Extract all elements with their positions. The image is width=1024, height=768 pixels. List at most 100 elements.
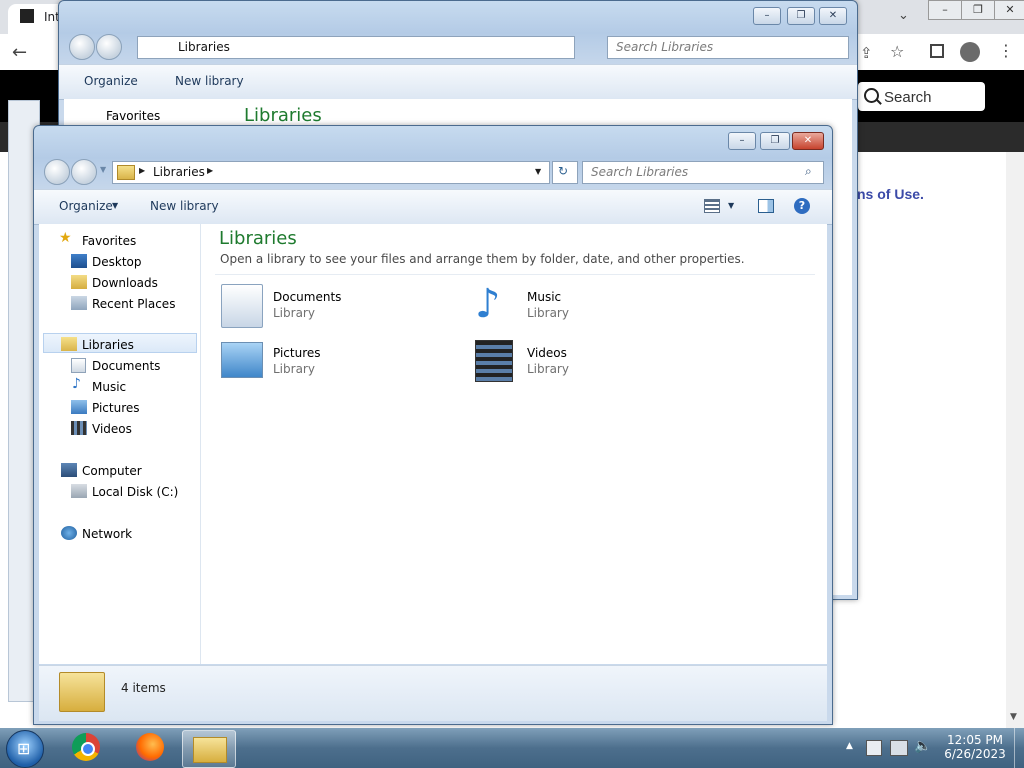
profile-avatar-icon[interactable] <box>960 42 980 62</box>
network-icon <box>61 526 77 540</box>
organize-button[interactable]: Organize <box>59 199 113 213</box>
library-type: Library <box>273 362 315 376</box>
back-search-placeholder: Search Libraries <box>616 40 714 54</box>
item-count: 4 items <box>121 681 166 695</box>
nav-downloads[interactable]: Downloads <box>92 276 158 290</box>
nav-forward-icon[interactable] <box>71 159 97 185</box>
windows-logo-icon: ⊞ <box>17 739 31 758</box>
new-library-button[interactable]: New library <box>150 199 219 213</box>
help-icon[interactable]: ? <box>794 198 810 214</box>
library-name: Videos <box>527 346 567 360</box>
library-item-videos[interactable]: Videos Library <box>471 338 711 386</box>
nav-computer[interactable]: Computer <box>82 464 142 478</box>
taskbar-chrome-button[interactable] <box>56 730 118 766</box>
browser-minimize-button[interactable]: – <box>928 0 962 20</box>
back-favorites-label[interactable]: Favorites <box>106 109 160 123</box>
change-view-icon[interactable] <box>704 199 720 213</box>
nav-recent-places[interactable]: Recent Places <box>92 297 175 311</box>
volume-muted-icon[interactable]: 🔈 <box>914 738 931 754</box>
recent-pages-chevron-icon[interactable]: ▼ <box>100 165 106 174</box>
refresh-button[interactable]: ↻ <box>552 161 578 184</box>
music-note-icon: ♪ <box>72 376 81 392</box>
back-search-input[interactable]: Search Libraries <box>607 36 849 59</box>
terms-of-use-link[interactable]: ns of Use. <box>857 186 924 202</box>
library-item-pictures[interactable]: Pictures Library <box>217 338 457 386</box>
preview-pane-icon[interactable] <box>758 199 774 213</box>
library-type: Library <box>527 362 569 376</box>
nav-local-disk[interactable]: Local Disk (C:) <box>92 485 178 499</box>
nav-documents[interactable]: Documents <box>92 359 160 373</box>
back-nav-forward-icon[interactable] <box>96 34 122 60</box>
music-library-icon: ♪ <box>475 281 501 327</box>
libraries-folder-icon <box>117 165 135 180</box>
address-bar[interactable]: ▶ Libraries ▶ ▼ <box>112 161 550 184</box>
taskbar-firefox-button[interactable] <box>120 730 182 766</box>
library-name: Documents <box>273 290 342 304</box>
start-button[interactable]: ⊞ <box>6 730 44 768</box>
back-nav-back-icon[interactable] <box>69 34 95 60</box>
back-maximize-button[interactable]: ❐ <box>787 7 815 25</box>
scroll-down-arrow-icon[interactable]: ▼ <box>1010 712 1017 722</box>
library-item-music[interactable]: ♪ Music Library <box>471 282 711 330</box>
back-address-bar[interactable]: Libraries <box>137 36 575 59</box>
address-dropdown-icon[interactable]: ▼ <box>535 167 541 176</box>
side-panel-icon[interactable] <box>930 44 944 58</box>
documents-library-icon <box>221 284 263 328</box>
taskbar-explorer-button[interactable] <box>182 730 236 768</box>
search-input[interactable]: Search Libraries ⌕ <box>582 161 824 184</box>
action-center-icon[interactable] <box>866 740 882 756</box>
clock[interactable]: 12:05 PM 6/26/2023 <box>940 733 1010 761</box>
nav-desktop[interactable]: Desktop <box>92 255 142 269</box>
show-desktop-button[interactable] <box>1014 728 1024 768</box>
browser-restore-button[interactable]: ❐ <box>961 0 995 20</box>
videos-icon <box>71 421 87 435</box>
minimize-button[interactable]: – <box>728 132 756 150</box>
library-type: Library <box>273 306 315 320</box>
browser-back-icon[interactable]: ← <box>12 42 27 63</box>
back-organize-button[interactable]: Organize <box>84 74 138 88</box>
nav-network[interactable]: Network <box>82 527 132 541</box>
explorer-folder-icon <box>193 737 227 763</box>
breadcrumb-arrow-icon[interactable]: ▶ <box>139 166 145 175</box>
share-icon[interactable]: ⇪ <box>860 44 873 62</box>
search-placeholder: Search Libraries <box>591 165 689 179</box>
search-magnifier-icon: ⌕ <box>805 164 812 178</box>
desktop-icon <box>71 254 87 268</box>
libraries-heading: Libraries <box>219 228 297 249</box>
view-dropdown-icon[interactable]: ▼ <box>728 201 734 210</box>
address-text: Libraries <box>153 165 205 179</box>
back-address-text: Libraries <box>178 40 230 54</box>
library-item-documents[interactable]: Documents Library <box>217 282 457 330</box>
pictures-library-icon <box>221 342 263 378</box>
tab-list-chevron-icon[interactable]: ⌄ <box>898 8 909 23</box>
organize-dropdown-icon[interactable]: ▼ <box>112 201 118 210</box>
back-minimize-button[interactable]: – <box>753 7 781 25</box>
libraries-description: Open a library to see your files and arr… <box>220 252 745 266</box>
breadcrumb-arrow-icon-2[interactable]: ▶ <box>207 166 213 175</box>
browser-close-button[interactable]: ✕ <box>994 0 1024 20</box>
computer-icon <box>61 463 77 477</box>
nav-pictures[interactable]: Pictures <box>92 401 140 415</box>
site-search-label: Search <box>884 89 932 106</box>
browser-scrollbar[interactable] <box>1006 152 1024 728</box>
nav-music[interactable]: Music <box>92 380 126 394</box>
bookmark-star-icon[interactable]: ☆ <box>890 42 904 61</box>
back-close-button[interactable]: ✕ <box>819 7 847 25</box>
close-button[interactable]: ✕ <box>792 132 824 150</box>
show-hidden-icons-icon[interactable]: ▲ <box>846 741 853 751</box>
explorer-window: – ❐ ✕ ▼ ▶ Libraries ▶ ▼ ↻ Search Librari… <box>33 125 833 725</box>
maximize-button[interactable]: ❐ <box>760 132 790 150</box>
back-new-library-button[interactable]: New library <box>175 74 244 88</box>
recent-places-icon <box>71 296 87 310</box>
library-type: Library <box>527 306 569 320</box>
pictures-icon <box>71 400 87 414</box>
nav-favorites[interactable]: Favorites <box>82 234 136 248</box>
back-libraries-heading: Libraries <box>244 105 322 126</box>
network-tray-icon[interactable] <box>890 740 908 756</box>
refresh-icon: ↻ <box>558 164 569 178</box>
browser-menu-icon[interactable]: ⋮ <box>998 41 1014 60</box>
nav-videos[interactable]: Videos <box>92 422 132 436</box>
nav-back-icon[interactable] <box>44 159 70 185</box>
site-favicon-icon <box>20 9 34 23</box>
nav-libraries[interactable]: Libraries <box>82 338 134 352</box>
